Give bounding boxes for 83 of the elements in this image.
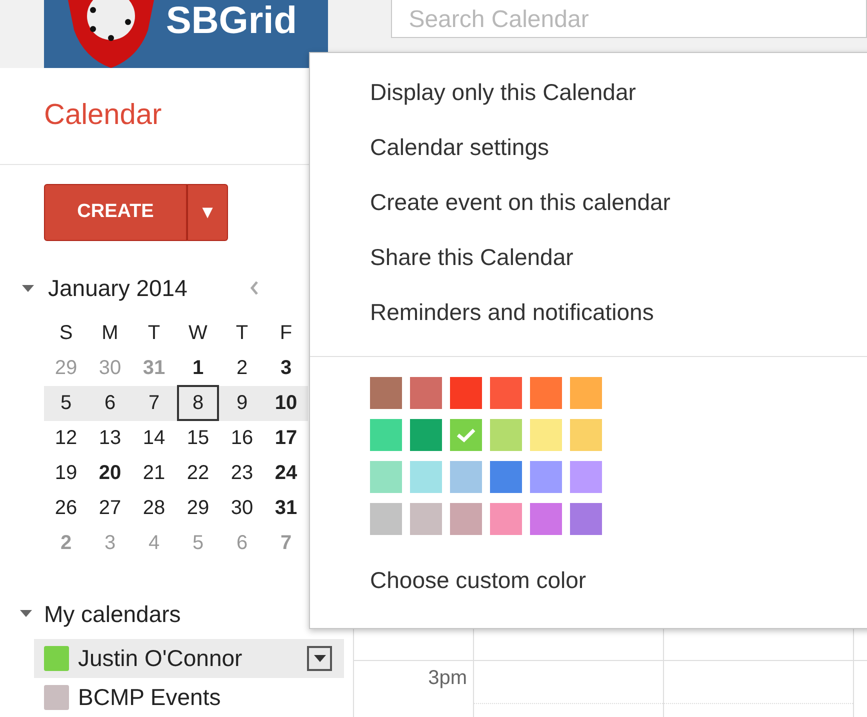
day-number[interactable]: 22 <box>184 456 212 490</box>
weekday-label: T <box>146 321 162 346</box>
day-number[interactable]: 13 <box>96 422 124 454</box>
calendar-options-button[interactable] <box>307 646 332 671</box>
menu-item[interactable]: Choose custom color <box>310 553 586 608</box>
menu-item[interactable]: Share this Calendar <box>310 230 867 285</box>
time-label: 3pm <box>428 666 467 691</box>
day-number[interactable]: 29 <box>184 492 212 524</box>
color-swatch[interactable] <box>370 503 402 535</box>
calendar-name: BCMP Events <box>78 683 221 712</box>
weekday-label: W <box>188 321 208 346</box>
month-title: January 2014 <box>48 274 188 303</box>
calendar-list-item[interactable]: Justin O'Connor <box>34 639 344 678</box>
day-number[interactable]: 24 <box>272 456 300 490</box>
color-swatch[interactable] <box>370 461 402 493</box>
color-swatch[interactable] <box>450 419 482 451</box>
day-number[interactable]: 5 <box>58 386 74 420</box>
day-number[interactable]: 23 <box>228 456 256 490</box>
day-number[interactable]: 17 <box>272 422 300 454</box>
color-swatch[interactable] <box>450 377 482 409</box>
day-number[interactable]: 12 <box>52 422 80 454</box>
color-swatch[interactable] <box>450 503 482 535</box>
color-swatch[interactable] <box>370 377 402 409</box>
color-swatch[interactable] <box>490 461 522 493</box>
day-number[interactable]: 7 <box>146 386 162 420</box>
caret-icon <box>314 655 326 662</box>
color-swatch[interactable] <box>570 377 602 409</box>
selected-week-row[interactable]: 5 6 7 8 9 10 <box>44 386 308 420</box>
day-number[interactable]: 15 <box>184 422 212 454</box>
color-swatch[interactable] <box>410 377 442 409</box>
day-number[interactable]: 28 <box>140 492 168 524</box>
calendar-name: Justin O'Connor <box>78 644 242 674</box>
create-button[interactable]: CREATE <box>44 184 187 241</box>
day-number[interactable]: 16 <box>228 422 256 454</box>
day-number[interactable]: 2 <box>234 352 250 384</box>
day-number[interactable]: 26 <box>52 492 80 524</box>
color-swatch[interactable] <box>410 461 442 493</box>
day-number[interactable]: 19 <box>52 456 80 490</box>
menu-item[interactable]: Calendar settings <box>310 120 867 175</box>
weekday-label: S <box>58 321 74 346</box>
day-number[interactable]: 14 <box>140 422 168 454</box>
chevron-left-icon[interactable] <box>250 281 258 296</box>
menu-item[interactable]: Display only this Calendar <box>310 65 867 120</box>
color-swatch[interactable] <box>490 377 522 409</box>
collapse-icon[interactable] <box>22 284 34 292</box>
color-swatch[interactable] <box>370 419 402 451</box>
day-number[interactable]: 3 <box>278 352 294 384</box>
day-number[interactable]: 10 <box>272 386 300 420</box>
weekday-label: M <box>100 321 120 346</box>
day-number[interactable]: 30 <box>228 492 256 524</box>
collapse-icon[interactable] <box>20 610 32 618</box>
shield-logo-icon <box>68 0 154 68</box>
weekday-label: F <box>278 321 294 346</box>
day-number[interactable]: 6 <box>102 386 118 420</box>
color-swatch[interactable] <box>570 503 602 535</box>
weekday-label: T <box>234 321 250 346</box>
color-swatch[interactable] <box>530 419 562 451</box>
color-swatch[interactable] <box>530 377 562 409</box>
color-swatch[interactable] <box>450 461 482 493</box>
color-swatch[interactable] <box>530 461 562 493</box>
create-menu-button[interactable]: ▼ <box>187 184 228 241</box>
day-number[interactable]: 20 <box>96 456 124 490</box>
day-number[interactable]: 1 <box>190 352 206 384</box>
calendar-list-item[interactable]: BCMP Events <box>34 678 344 717</box>
color-swatch[interactable] <box>570 461 602 493</box>
menu-item[interactable]: Reminders and notifications <box>310 285 867 340</box>
menu-item[interactable]: Create event on this calendar <box>310 175 867 230</box>
color-swatch[interactable] <box>490 503 522 535</box>
color-swatch[interactable] <box>570 419 602 451</box>
day-number[interactable]: 21 <box>140 456 168 490</box>
app-title: Calendar <box>44 98 162 134</box>
day-number[interactable]: 9 <box>234 386 250 420</box>
check-icon <box>456 427 476 443</box>
day-number[interactable]: 31 <box>272 492 300 524</box>
logo-text: SBGrid <box>166 2 297 40</box>
search-field[interactable]: Search Calendar <box>390 0 867 38</box>
color-swatch[interactable] <box>490 419 522 451</box>
day-number[interactable]: 27 <box>96 492 124 524</box>
color-swatch[interactable] <box>410 503 442 535</box>
color-swatch[interactable] <box>530 503 562 535</box>
day-number[interactable]: 8 <box>177 385 219 421</box>
color-swatch[interactable] <box>410 419 442 451</box>
section-title: My calendars <box>44 600 181 629</box>
